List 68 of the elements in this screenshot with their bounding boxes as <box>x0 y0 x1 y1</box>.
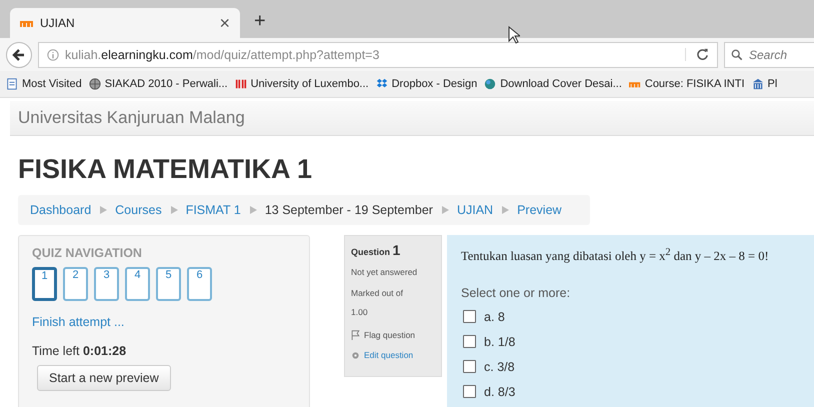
checkbox[interactable] <box>463 360 476 374</box>
mark-value: 1.00 <box>351 307 369 317</box>
moodle-icon <box>20 18 34 28</box>
bookmark[interactable]: Most Visited <box>6 78 82 90</box>
checkbox[interactable] <box>463 335 476 348</box>
breadcrumb-link[interactable]: Preview <box>517 203 562 217</box>
back-button[interactable] <box>6 42 32 68</box>
bookmark[interactable]: Dropbox - Design <box>376 78 478 90</box>
time-left-value: 0:01:28 <box>82 344 126 358</box>
url-text: kuliah.elearningku.com/mod/quiz/attempt.php?attempt=3 <box>65 48 380 62</box>
mark-label: Marked out of <box>351 288 404 298</box>
dropbox-icon <box>376 78 388 90</box>
question-button[interactable]: 3 <box>94 267 119 301</box>
new-preview-button[interactable]: Start a new preview <box>37 365 171 391</box>
bookmark[interactable]: Pl <box>752 78 778 90</box>
answer-option[interactable]: b. 1/8 <box>463 333 800 350</box>
separator-icon <box>501 206 510 214</box>
question-number: 1 <box>392 242 400 258</box>
question-button[interactable]: 1 <box>32 267 57 301</box>
bookmark[interactable]: Download Cover Desai... <box>484 78 622 90</box>
status-text: Not yet answered <box>351 267 418 277</box>
flag-question-link[interactable]: Flag question <box>351 330 435 340</box>
back-arrow-icon <box>12 48 26 62</box>
page-icon <box>6 78 18 90</box>
bookmark[interactable]: SIAKAD 2010 - Perwali... <box>88 78 228 90</box>
separator-icon <box>248 206 257 214</box>
question-button[interactable]: 2 <box>63 267 88 301</box>
separator-icon <box>99 206 108 214</box>
gear-icon <box>351 350 360 360</box>
globe-icon <box>484 78 496 90</box>
finish-attempt-link[interactable]: Finish attempt ... <box>32 315 296 329</box>
bars-icon <box>234 78 247 90</box>
page-title: FISIKA MATEMATIKA 1 <box>18 154 313 185</box>
bookmark[interactable]: University of Luxembo... <box>234 78 369 90</box>
globe-icon <box>88 78 101 90</box>
answer-option[interactable]: c. 3/8 <box>463 358 800 376</box>
close-icon[interactable]: × <box>219 12 230 34</box>
address-bar[interactable]: kuliah.elearningku.com/mod/quiz/attempt.php?attempt=3 <box>38 42 718 68</box>
checkbox[interactable] <box>463 310 476 324</box>
time-left-label: Time left <box>32 344 80 358</box>
question-button[interactable]: 6 <box>187 267 212 301</box>
bookmark[interactable]: Course: FISIKA INTI <box>628 78 745 90</box>
answer-option[interactable]: d. 8/3 <box>463 383 800 400</box>
separator-icon <box>440 206 449 214</box>
question-text: Tentukan luasan yang dibatasi oleh y = x$^{2}$ dan y – 2x – 8 = 0! <box>461 247 770 264</box>
breadcrumb-link[interactable]: Courses <box>115 203 162 217</box>
panel-title: QUIZ NAVIGATION <box>32 246 143 260</box>
search-icon <box>731 48 743 60</box>
tab-title: UJIAN <box>40 16 75 30</box>
browser-tab[interactable]: UJIAN × <box>10 8 240 38</box>
question-button[interactable]: 5 <box>156 267 181 301</box>
prompt-text: Select one or more: <box>461 286 572 300</box>
search-field[interactable]: Search <box>724 42 814 68</box>
info-icon <box>47 48 59 60</box>
question-label: Question <box>351 247 390 257</box>
breadcrumb-link[interactable]: UJIAN <box>456 203 494 217</box>
breadcrumb-link[interactable]: FISMAT 1 <box>186 203 241 217</box>
checkbox[interactable] <box>463 385 476 398</box>
breadcrumb-item: 13 September - 19 September <box>264 203 433 217</box>
site-name[interactable]: Universitas Kanjuruan Malang <box>18 108 245 128</box>
question-button[interactable]: 4 <box>125 267 150 301</box>
answer-option[interactable]: a. 8 <box>463 308 800 326</box>
separator-icon <box>170 206 178 214</box>
building-icon <box>752 78 764 90</box>
reload-icon[interactable] <box>685 48 709 61</box>
flag-icon <box>351 330 360 340</box>
new-tab-button[interactable]: + <box>254 10 266 33</box>
breadcrumb-link[interactable]: Dashboard <box>30 203 92 217</box>
